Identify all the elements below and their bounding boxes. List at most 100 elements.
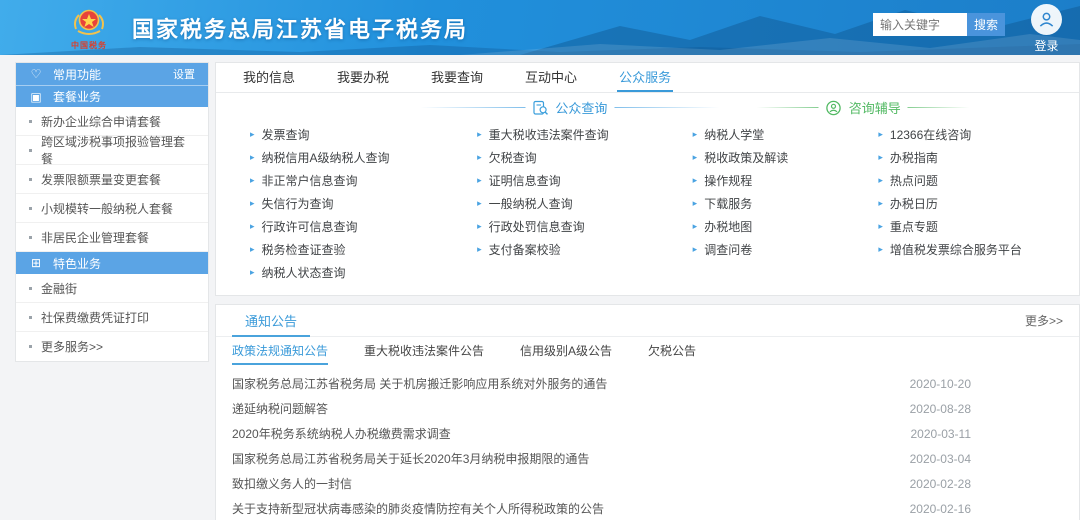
service-link[interactable]: ▸ 12366在线咨询 (878, 123, 1079, 146)
service-link[interactable]: ▸ 支付备案校验 (477, 238, 693, 261)
service-link[interactable]: ▸ 热点问题 (878, 169, 1079, 192)
main-tab[interactable]: 互动中心 (523, 63, 579, 92)
sidebar-header-package-services[interactable]: ▣ 套餐业务 (16, 85, 208, 107)
service-link-label: 下载服务 (704, 195, 752, 212)
service-link-label: 热点问题 (890, 172, 938, 189)
notices-panel: 通知公告 更多>> 政策法规通知公告 重大税收违法案件公告 信用级别A级公告 欠… (215, 304, 1080, 520)
sidebar-item[interactable]: 金融街 (16, 274, 208, 303)
sidebar-item[interactable]: 更多服务>> (16, 332, 208, 361)
service-link-label: 操作规程 (704, 172, 752, 189)
service-link-label: 重大税收违法案件查询 (489, 126, 609, 143)
service-link-label: 一般纳税人查询 (489, 195, 573, 212)
main-tab[interactable]: 我要办税 (335, 63, 391, 92)
login-link[interactable]: 登录 (1034, 37, 1058, 54)
service-link[interactable]: ▸ 一般纳税人查询 (477, 192, 693, 215)
service-link[interactable]: ▸ 办税地图 (693, 215, 879, 238)
service-link[interactable]: ▸ 重点专题 (878, 215, 1079, 238)
public-query-section-header: 公众查询 (420, 98, 719, 117)
main-tab[interactable]: 我要查询 (429, 63, 485, 92)
service-link[interactable]: ▸ 发票查询 (250, 123, 477, 146)
search-input[interactable] (873, 13, 967, 36)
sidebar-item[interactable]: 社保费缴费凭证打印 (16, 303, 208, 332)
main-tab[interactable]: 我的信息 (241, 63, 297, 92)
notice-tab[interactable]: 政策法规通知公告 (232, 337, 328, 365)
sidebar-item[interactable]: 跨区域涉税事项报验管理套餐 (16, 136, 208, 165)
notices-tab-bar: 政策法规通知公告 重大税收违法案件公告 信用级别A级公告 欠税公告 (216, 337, 1079, 365)
service-link[interactable]: ▸ 纳税人状态查询 (250, 261, 477, 284)
consult-links-column-1: ▸ 纳税人学堂 ▸ 税收政策及解读 ▸ 操作规程 (693, 123, 879, 284)
section-title: 公众查询 (555, 98, 607, 117)
service-link-label: 办税地图 (704, 218, 752, 235)
news-link[interactable]: 递延纳税问题解答 (232, 400, 328, 417)
service-link[interactable]: ▸ 调查问卷 (693, 238, 879, 261)
service-link[interactable]: ▸ 欠税查询 (477, 146, 693, 169)
arrow-right-icon: ▸ (477, 199, 482, 208)
arrow-right-icon: ▸ (477, 222, 482, 231)
service-link[interactable]: ▸ 办税日历 (878, 192, 1079, 215)
service-link[interactable]: ▸ 增值税发票综合服务平台 (878, 238, 1079, 261)
service-link-label: 税收政策及解读 (704, 149, 788, 166)
sidebar-item-label: 小规模转一般纳税人套餐 (41, 200, 173, 217)
sidebar-item-label: 跨区域涉税事项报验管理套餐 (41, 133, 195, 167)
news-item: 致扣缴义务人的一封信 2020-02-28 (232, 471, 1063, 496)
news-link[interactable]: 致扣缴义务人的一封信 (232, 475, 352, 492)
notice-tab[interactable]: 重大税收违法案件公告 (364, 337, 484, 365)
bullet-icon (29, 236, 32, 239)
services-panel: 我的信息 我要办税 我要查询 互动中心 公众服务 (215, 62, 1080, 296)
service-link[interactable]: ▸ 税收政策及解读 (693, 146, 879, 169)
service-link-label: 12366在线咨询 (890, 126, 971, 143)
news-date: 2020-10-20 (910, 377, 971, 391)
query-links-column-2: ▸ 重大税收违法案件查询 ▸ 欠税查询 ▸ 证明信息查询 (477, 123, 693, 284)
consult-person-icon (826, 100, 842, 116)
service-link[interactable]: ▸ 纳税人学堂 (693, 123, 879, 146)
news-link[interactable]: 关于支持新型冠状病毒感染的肺炎疫情防控有关个人所得税政策的公告 (232, 500, 604, 517)
service-link[interactable]: ▸ 非正常户信息查询 (250, 169, 477, 192)
sidebar-item[interactable]: 小规模转一般纳税人套餐 (16, 194, 208, 223)
service-link[interactable]: ▸ 纳税信用A级纳税人查询 (250, 146, 477, 169)
site-title: 国家税务总局江苏省电子税务局 (132, 12, 468, 44)
bullet-icon (29, 149, 32, 152)
search-button[interactable]: 搜索 (967, 13, 1005, 36)
service-link[interactable]: ▸ 失信行为查询 (250, 192, 477, 215)
news-link[interactable]: 2020年税务系统纳税人办税缴费需求调查 (232, 425, 451, 442)
settings-link[interactable]: 设置 (173, 66, 195, 82)
arrow-right-icon: ▸ (693, 245, 698, 254)
service-link[interactable]: ▸ 办税指南 (878, 146, 1079, 169)
news-link[interactable]: 国家税务总局江苏省税务局关于延长2020年3月纳税申报期限的通告 (232, 450, 589, 467)
more-link[interactable]: 更多>> (1025, 312, 1063, 329)
bullet-icon (29, 345, 32, 348)
service-link-label: 证明信息查询 (489, 172, 561, 189)
notice-tab[interactable]: 欠税公告 (648, 337, 696, 365)
news-link[interactable]: 国家税务总局江苏省税务局 关于机房搬迁影响应用系统对外服务的通告 (232, 375, 607, 392)
service-link[interactable]: ▸ 证明信息查询 (477, 169, 693, 192)
sidebar-item[interactable]: 非居民企业管理套餐 (16, 223, 208, 252)
service-link[interactable]: ▸ 行政处罚信息查询 (477, 215, 693, 238)
arrow-right-icon: ▸ (878, 176, 883, 185)
sidebar-item-label: 发票限额票量变更套餐 (41, 171, 161, 188)
service-link-label: 行政许可信息查询 (262, 218, 358, 235)
sidebar-item[interactable]: 新办企业综合申请套餐 (16, 107, 208, 136)
news-list: 国家税务总局江苏省税务局 关于机房搬迁影响应用系统对外服务的通告 2020-10… (216, 365, 1079, 520)
main-tab[interactable]: 公众服务 (617, 63, 673, 92)
divider-line (908, 107, 970, 108)
notice-tab[interactable]: 信用级别A级公告 (520, 337, 612, 365)
sidebar-item-label: 金融街 (41, 280, 77, 297)
service-link[interactable]: ▸ 重大税收违法案件查询 (477, 123, 693, 146)
arrow-right-icon: ▸ (250, 222, 255, 231)
service-link[interactable]: ▸ 行政许可信息查询 (250, 215, 477, 238)
sidebar-header-common-functions[interactable]: ♡ 常用功能 设置 (16, 63, 208, 85)
notices-title-tab[interactable]: 通知公告 (232, 305, 310, 337)
service-link[interactable]: ▸ 税务检查证查验 (250, 238, 477, 261)
sidebar-item[interactable]: 发票限额票量变更套餐 (16, 165, 208, 194)
arrow-right-icon: ▸ (878, 153, 883, 162)
service-link[interactable]: ▸ 下载服务 (693, 192, 879, 215)
arrow-right-icon: ▸ (878, 222, 883, 231)
arrow-right-icon: ▸ (250, 199, 255, 208)
service-link-label: 发票查询 (262, 126, 310, 143)
sidebar-header-special-services[interactable]: ⊞ 特色业务 (16, 252, 208, 274)
bullet-icon (29, 207, 32, 210)
user-avatar-icon[interactable] (1031, 4, 1062, 35)
service-link-label: 支付备案校验 (489, 241, 561, 258)
news-date: 2020-03-04 (910, 452, 971, 466)
service-link[interactable]: ▸ 操作规程 (693, 169, 879, 192)
